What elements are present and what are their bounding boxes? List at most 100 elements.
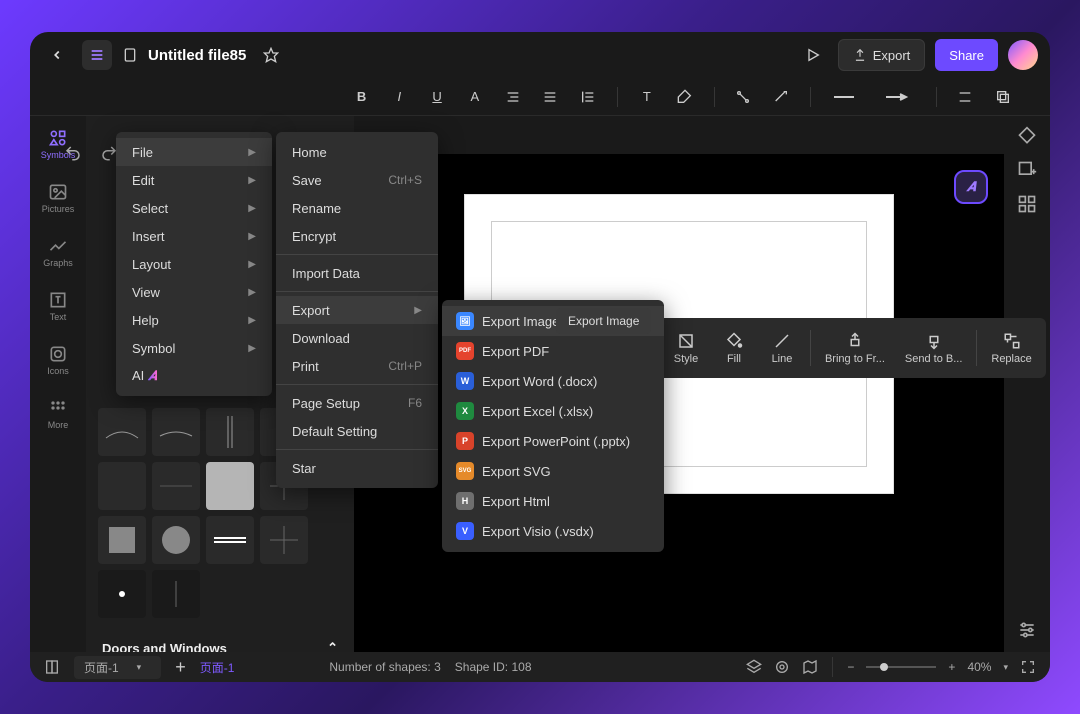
topbar-right: Export Share (798, 39, 1038, 71)
menu-item-export-visio-vsdx-[interactable]: VExport Visio (.vsdx) (442, 516, 664, 546)
menu-item-file[interactable]: File▶ (116, 138, 272, 166)
menu-item-export-word-docx-[interactable]: WExport Word (.docx) (442, 366, 664, 396)
menu-item-page-setup[interactable]: Page SetupF6 (276, 389, 438, 417)
text-tool-button[interactable]: T (636, 85, 658, 109)
ctx-replace[interactable]: Replace (981, 326, 1041, 371)
rail-text[interactable]: Text (36, 284, 80, 328)
fullscreen-button[interactable] (1020, 659, 1036, 675)
menu-item-help[interactable]: Help▶ (116, 306, 272, 334)
rail-graphs[interactable]: Graphs (36, 230, 80, 274)
line-spacing-button[interactable] (577, 85, 599, 109)
menu-item-star[interactable]: Star (276, 454, 438, 482)
text-height-button[interactable] (502, 85, 524, 109)
menu-item-export-powerpoint-pptx-[interactable]: PExport PowerPoint (.pptx) (442, 426, 664, 456)
menu-item-default-setting[interactable]: Default Setting (276, 417, 438, 445)
shape-thumb[interactable] (98, 516, 146, 564)
shapes-count: Number of shapes: 3 (329, 660, 440, 674)
menu-item-view[interactable]: View▶ (116, 278, 272, 306)
filename[interactable]: Untitled file85 (148, 47, 246, 64)
menu-item-export-excel-xlsx-[interactable]: XExport Excel (.xlsx) (442, 396, 664, 426)
avatar[interactable] (1008, 40, 1038, 70)
share-button[interactable]: Share (935, 39, 998, 71)
underline-button[interactable]: U (426, 85, 448, 109)
shapes-section-head[interactable]: Doors and Windows ⌃ (86, 630, 354, 652)
menu-item-download[interactable]: Download (276, 324, 438, 352)
star-button[interactable] (256, 40, 286, 70)
menu-item-import-data[interactable]: Import Data (276, 259, 438, 287)
menu-item-select[interactable]: Select▶ (116, 194, 272, 222)
arrow-style-dropdown[interactable] (881, 85, 917, 109)
menu-item-encrypt[interactable]: Encrypt (276, 222, 438, 250)
zoom-out-button[interactable]: − (847, 660, 854, 674)
line-tool-button[interactable] (770, 85, 792, 109)
paint-icon[interactable] (1017, 126, 1037, 146)
target-icon[interactable] (774, 659, 790, 675)
main-menu-button[interactable] (82, 40, 112, 70)
menu-item-rename[interactable]: Rename (276, 194, 438, 222)
add-page-button[interactable]: + (175, 657, 186, 678)
shape-thumb[interactable] (206, 462, 254, 510)
rail-label: More (48, 420, 69, 430)
grid-icon[interactable] (1017, 194, 1037, 214)
page-tab[interactable]: 页面-1 ▾ (74, 656, 161, 679)
highlight-button[interactable] (674, 85, 696, 109)
shape-thumb[interactable] (98, 462, 146, 510)
font-color-button[interactable]: A (464, 85, 486, 109)
shape-thumb[interactable] (98, 408, 146, 456)
undo-redo-group (64, 144, 118, 162)
zoom-level[interactable]: 40% (967, 660, 991, 674)
italic-button[interactable]: I (388, 85, 410, 109)
menu-item-export[interactable]: Export▶ (276, 296, 438, 324)
ctx-style[interactable]: Style (662, 326, 710, 371)
menu-item-export-html[interactable]: HExport Html (442, 486, 664, 516)
ai-badge[interactable]: 𝑨 (954, 170, 988, 204)
zoom-in-button[interactable]: + (948, 660, 955, 674)
page-link[interactable]: 页面-1 (200, 659, 235, 676)
menu-item-ai[interactable]: AI 𝑨 (116, 362, 272, 390)
menu-item-export-svg[interactable]: SVGExport SVG (442, 456, 664, 486)
ctx-send-back[interactable]: Send to B... (895, 326, 972, 371)
map-icon[interactable] (802, 659, 818, 675)
shape-thumb[interactable] (98, 570, 146, 618)
layers-button[interactable] (992, 85, 1014, 109)
ctx-fill[interactable]: Fill (710, 326, 758, 371)
settings-icon[interactable] (1017, 620, 1037, 640)
menu-item-home[interactable]: Home (276, 138, 438, 166)
bold-button[interactable]: B (351, 85, 373, 109)
connector-button[interactable] (732, 85, 754, 109)
distribute-button[interactable] (954, 85, 976, 109)
menu-item-print[interactable]: PrintCtrl+P (276, 352, 438, 380)
shape-thumb[interactable] (152, 462, 200, 510)
document-icon (122, 40, 138, 70)
ctx-bring-front[interactable]: Bring to Fr... (815, 326, 895, 371)
export-button[interactable]: Export (838, 39, 926, 71)
shape-thumb[interactable] (206, 516, 254, 564)
menu-item-layout[interactable]: Layout▶ (116, 250, 272, 278)
layers-icon[interactable] (746, 659, 762, 675)
format-toolbar: B I U A T (30, 78, 1050, 116)
shape-thumb[interactable] (260, 516, 308, 564)
back-button[interactable] (42, 40, 72, 70)
align-button[interactable] (540, 85, 562, 109)
undo-button[interactable] (64, 144, 82, 162)
rail-pictures[interactable]: Pictures (36, 176, 80, 220)
rail-icons[interactable]: Icons (36, 338, 80, 382)
menu-item-edit[interactable]: Edit▶ (116, 166, 272, 194)
zoom-slider[interactable] (866, 663, 936, 671)
menu-item-insert[interactable]: Insert▶ (116, 222, 272, 250)
shape-thumb[interactable] (152, 408, 200, 456)
shape-thumb[interactable] (152, 570, 200, 618)
chevron-down-icon: ▾ (1003, 662, 1008, 673)
line-style-dropdown[interactable] (829, 85, 865, 109)
pages-icon[interactable] (44, 659, 60, 675)
shape-thumb[interactable] (152, 516, 200, 564)
shape-thumb[interactable] (206, 408, 254, 456)
menu-item-save[interactable]: SaveCtrl+S (276, 166, 438, 194)
add-frame-icon[interactable] (1017, 160, 1037, 180)
ctx-line[interactable]: Line (758, 326, 806, 371)
play-button[interactable] (798, 40, 828, 70)
rail-more[interactable]: More (36, 392, 80, 436)
tooltip: Export Image (556, 308, 651, 334)
menu-item-symbol[interactable]: Symbol▶ (116, 334, 272, 362)
menu-item-export-pdf[interactable]: PDFExport PDF (442, 336, 664, 366)
